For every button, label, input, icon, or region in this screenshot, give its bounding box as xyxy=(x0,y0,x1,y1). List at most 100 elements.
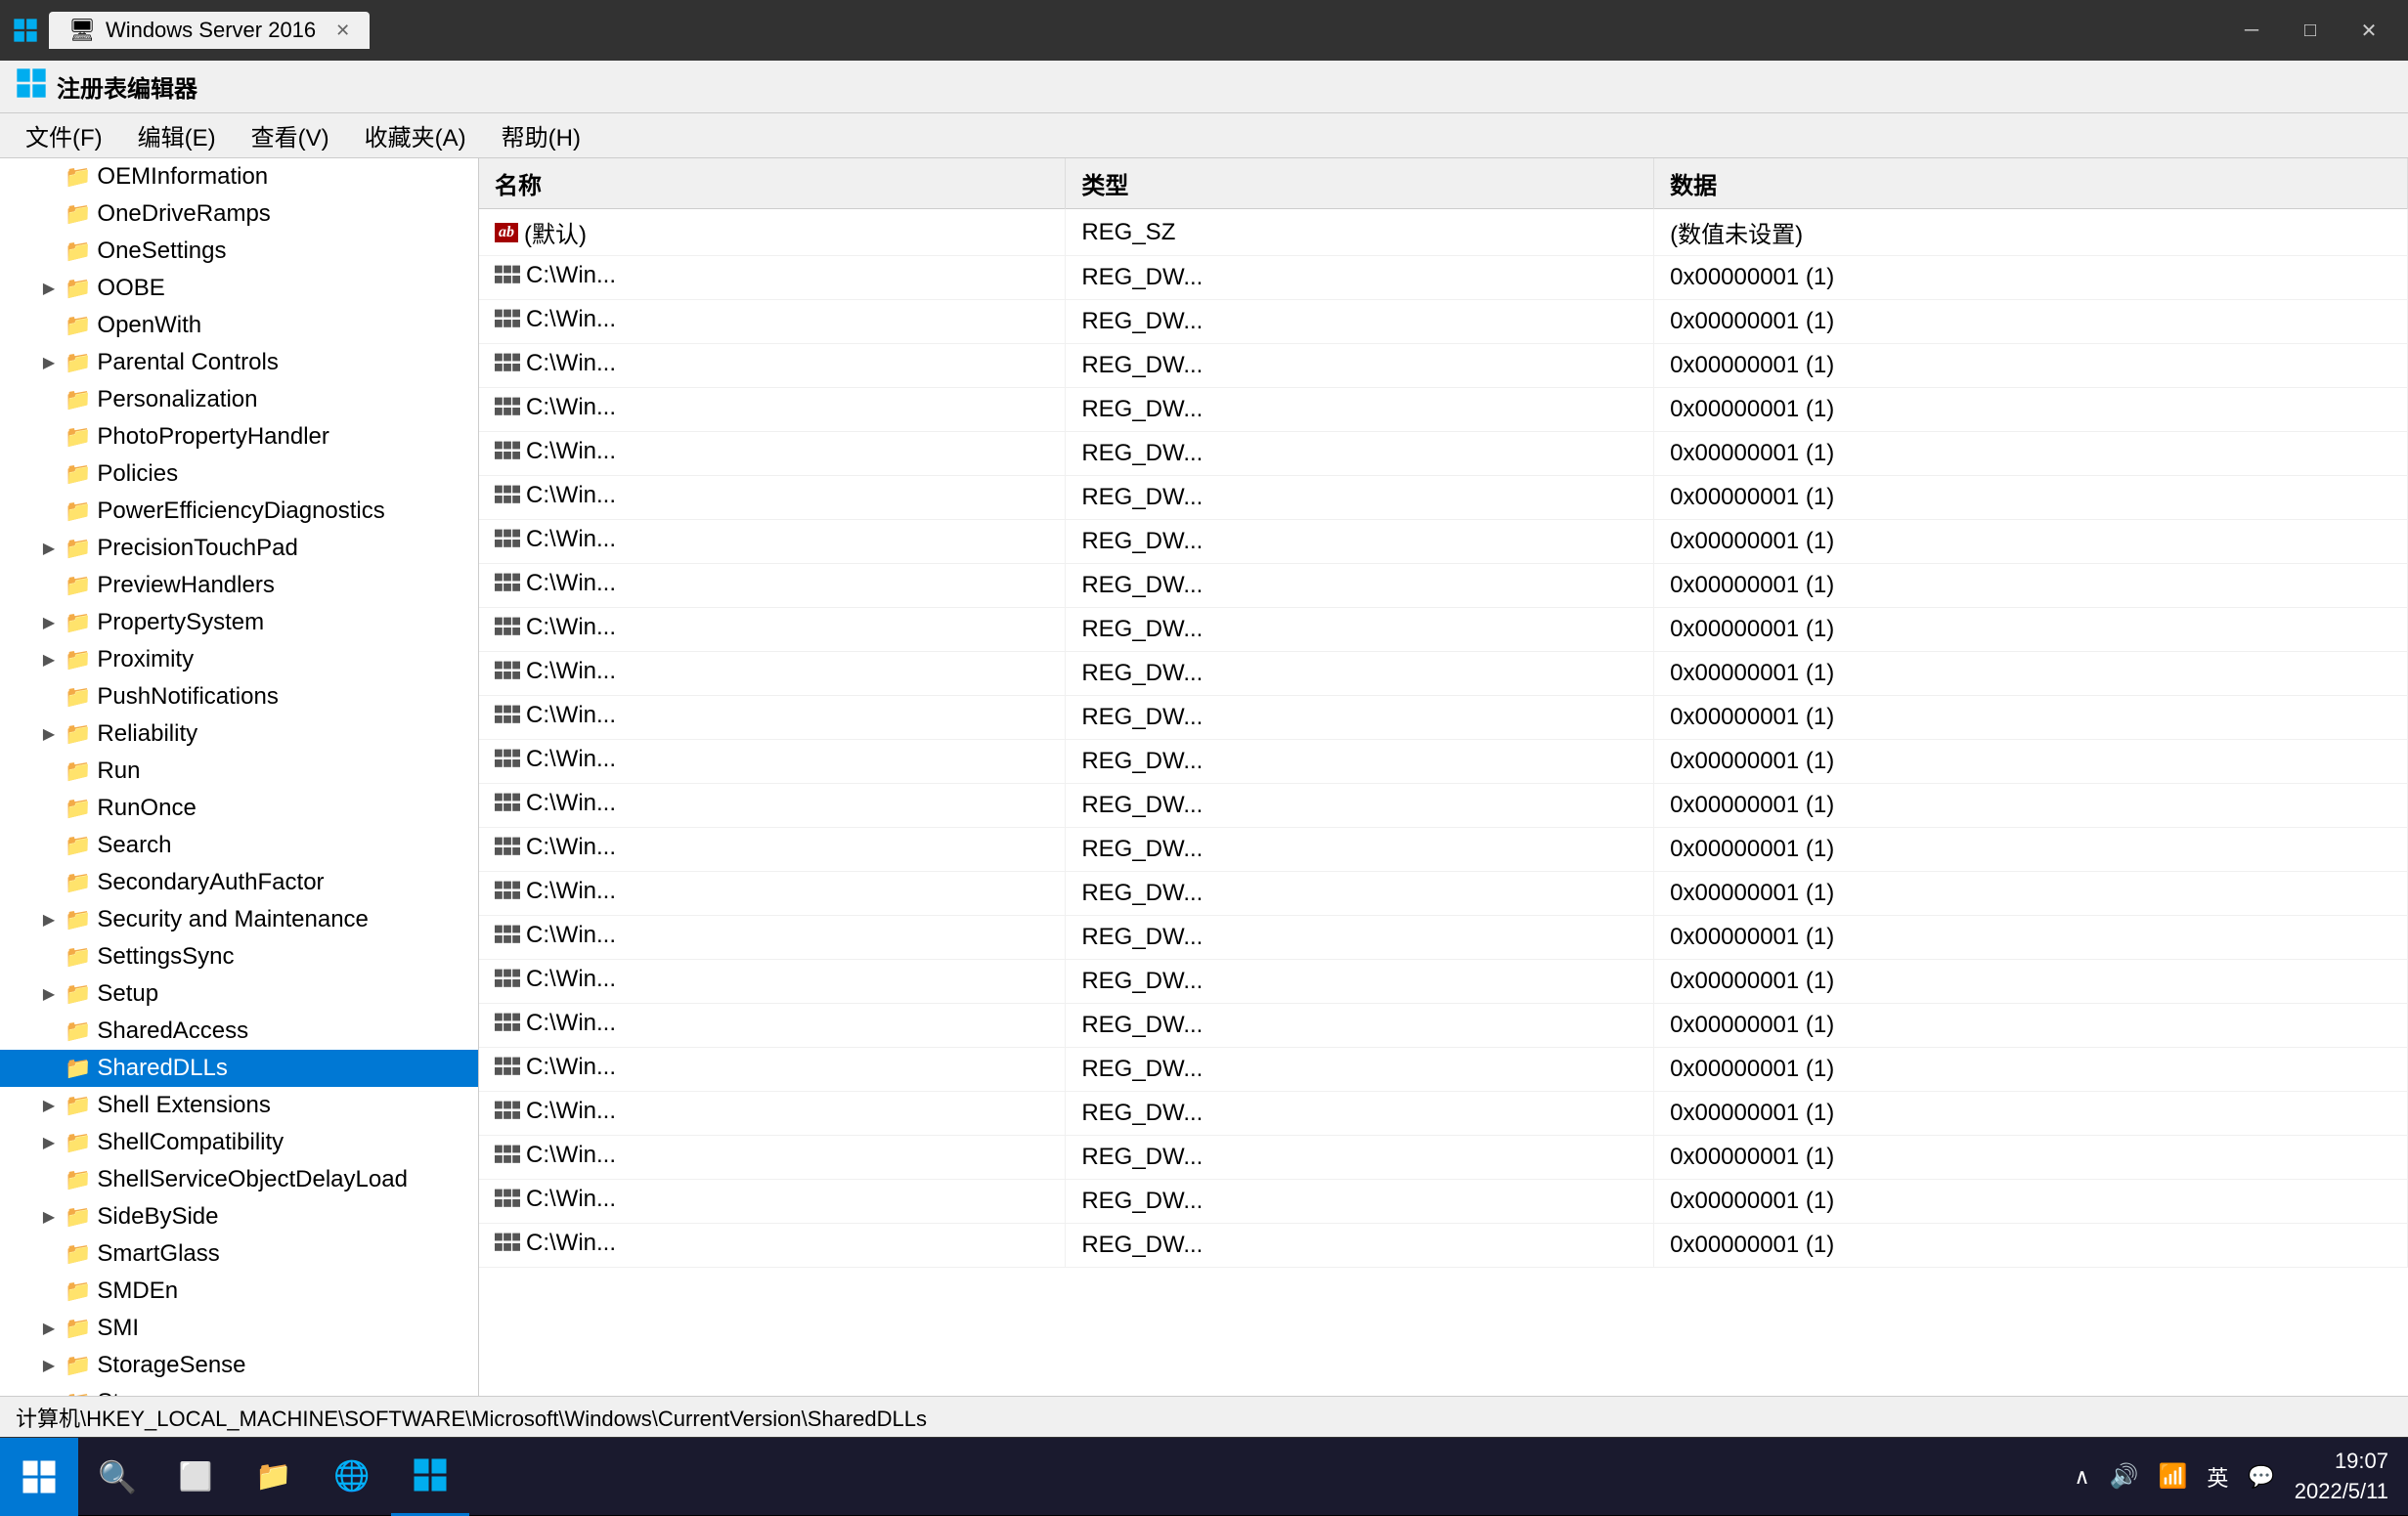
tree-item[interactable]: 📁Policies xyxy=(0,455,478,493)
tree-toggle-icon[interactable] xyxy=(39,836,59,855)
table-row[interactable]: C:\Win...REG_DW...0x00000001 (1) xyxy=(479,432,2408,476)
tree-toggle-icon[interactable] xyxy=(39,1170,59,1190)
tree-toggle-icon[interactable] xyxy=(39,761,59,781)
tree-toggle-icon[interactable] xyxy=(39,799,59,818)
tree-toggle-icon[interactable] xyxy=(39,501,59,521)
menu-help[interactable]: 帮助(H) xyxy=(486,112,596,158)
col-data[interactable]: 数据 xyxy=(1654,158,2408,209)
tree-toggle-icon[interactable] xyxy=(39,316,59,335)
tray-speaker-icon[interactable]: 🔊 xyxy=(2110,1462,2139,1491)
tree-item[interactable]: 📁Run xyxy=(0,753,478,790)
tree-item[interactable]: ▶📁Store xyxy=(0,1384,478,1396)
tree-toggle-icon[interactable]: ▶ xyxy=(39,279,59,298)
tree-item[interactable]: 📁OneDriveRamps xyxy=(0,195,478,233)
table-row[interactable]: C:\Win...REG_DW...0x00000001 (1) xyxy=(479,520,2408,564)
tree-toggle-icon[interactable]: ▶ xyxy=(39,1096,59,1115)
table-row[interactable]: C:\Win...REG_DW...0x00000001 (1) xyxy=(479,784,2408,828)
close-button[interactable]: ✕ xyxy=(2340,0,2398,61)
tree-item[interactable]: 📁SettingsSync xyxy=(0,938,478,975)
tree-item[interactable]: ▶📁Reliability xyxy=(0,715,478,753)
maximize-button[interactable]: □ xyxy=(2281,0,2340,61)
tree-toggle-icon[interactable]: ▶ xyxy=(39,1319,59,1338)
table-row[interactable]: C:\Win...REG_DW...0x00000001 (1) xyxy=(479,564,2408,608)
tree-toggle-icon[interactable] xyxy=(39,204,59,224)
table-row[interactable]: C:\Win...REG_DW...0x00000001 (1) xyxy=(479,476,2408,520)
tree-toggle-icon[interactable] xyxy=(39,687,59,707)
taskbar-ie-button[interactable]: 🌐 xyxy=(313,1438,391,1516)
tree-toggle-icon[interactable]: ▶ xyxy=(39,613,59,632)
tree-item[interactable]: 📁SmartGlass xyxy=(0,1235,478,1273)
tree-item[interactable]: 📁OneSettings xyxy=(0,233,478,270)
menu-favorites[interactable]: 收藏夹(A) xyxy=(349,112,482,158)
table-row[interactable]: C:\Win...REG_DW...0x00000001 (1) xyxy=(479,344,2408,388)
tray-network-icon[interactable]: 📶 xyxy=(2158,1462,2187,1491)
tree-toggle-icon[interactable] xyxy=(39,947,59,967)
tree-toggle-icon[interactable] xyxy=(39,241,59,261)
table-row[interactable]: C:\Win...REG_DW...0x00000001 (1) xyxy=(479,608,2408,652)
table-row[interactable]: C:\Win...REG_DW...0x00000001 (1) xyxy=(479,1092,2408,1136)
tree-item[interactable]: ▶📁PropertySystem xyxy=(0,604,478,641)
tree-item[interactable]: 📁SecondaryAuthFactor xyxy=(0,864,478,901)
table-row[interactable]: C:\Win...REG_DW...0x00000001 (1) xyxy=(479,828,2408,872)
tree-item[interactable]: ▶📁Parental Controls xyxy=(0,344,478,381)
tree-item[interactable]: 📁SharedDLLs xyxy=(0,1050,478,1087)
tree-item[interactable]: ▶📁Shell Extensions xyxy=(0,1087,478,1124)
table-row[interactable]: C:\Win...REG_DW...0x00000001 (1) xyxy=(479,652,2408,696)
tree-toggle-icon[interactable]: ▶ xyxy=(39,353,59,372)
tree-item[interactable]: ▶📁Security and Maintenance xyxy=(0,901,478,938)
tree-toggle-icon[interactable] xyxy=(39,427,59,447)
tree-toggle-icon[interactable]: ▶ xyxy=(39,1207,59,1227)
tree-item[interactable]: 📁Search xyxy=(0,827,478,864)
tree-item[interactable]: 📁Personalization xyxy=(0,381,478,418)
tree-toggle-icon[interactable]: ▶ xyxy=(39,1356,59,1375)
tree-item[interactable]: 📁PushNotifications xyxy=(0,678,478,715)
tree-toggle-icon[interactable] xyxy=(39,1059,59,1078)
taskbar-search-button[interactable]: 🔍 xyxy=(78,1438,156,1516)
table-row[interactable]: C:\Win...REG_DW...0x00000001 (1) xyxy=(479,1180,2408,1224)
table-row[interactable]: C:\Win...REG_DW...0x00000001 (1) xyxy=(479,696,2408,740)
tray-lang-indicator[interactable]: 英 xyxy=(2207,1461,2228,1493)
tree-toggle-icon[interactable]: ▶ xyxy=(39,910,59,930)
tree-item[interactable]: ▶📁PrecisionTouchPad xyxy=(0,530,478,567)
tree-toggle-icon[interactable] xyxy=(39,576,59,595)
tray-notification-icon[interactable]: 💬 xyxy=(2248,1464,2274,1490)
tree-item[interactable]: ▶📁ShellCompatibility xyxy=(0,1124,478,1161)
table-row[interactable]: C:\Win...REG_DW...0x00000001 (1) xyxy=(479,872,2408,916)
taskbar-task-view-button[interactable]: ⬜ xyxy=(156,1438,235,1516)
tab-close-icon[interactable]: ✕ xyxy=(335,21,350,41)
tree-item[interactable]: ▶📁SideBySide xyxy=(0,1198,478,1235)
table-row[interactable]: C:\Win...REG_DW...0x00000001 (1) xyxy=(479,388,2408,432)
menu-edit[interactable]: 编辑(E) xyxy=(122,112,232,158)
start-button[interactable] xyxy=(0,1438,78,1516)
table-row[interactable]: ab(默认)REG_SZ(数值未设置) xyxy=(479,209,2408,256)
tree-toggle-icon[interactable] xyxy=(39,167,59,187)
table-row[interactable]: C:\Win...REG_DW...0x00000001 (1) xyxy=(479,1004,2408,1048)
tree-item[interactable]: 📁OEMInformation xyxy=(0,158,478,195)
col-name[interactable]: 名称 xyxy=(479,158,1066,209)
tree-toggle-icon[interactable] xyxy=(39,873,59,892)
menu-file[interactable]: 文件(F) xyxy=(10,112,118,158)
tree-toggle-icon[interactable]: ▶ xyxy=(39,650,59,670)
tree-toggle-icon[interactable]: ▶ xyxy=(39,1393,59,1396)
table-row[interactable]: C:\Win...REG_DW...0x00000001 (1) xyxy=(479,916,2408,960)
tree-item[interactable]: 📁SMDEn xyxy=(0,1273,478,1310)
tree-toggle-icon[interactable]: ▶ xyxy=(39,724,59,744)
tree-item[interactable]: ▶📁StorageSense xyxy=(0,1347,478,1384)
table-row[interactable]: C:\Win...REG_DW...0x00000001 (1) xyxy=(479,1048,2408,1092)
tray-up-arrow[interactable]: ∧ xyxy=(2074,1464,2089,1490)
tree-toggle-icon[interactable]: ▶ xyxy=(39,539,59,558)
tree-item[interactable]: 📁ShellServiceObjectDelayLoad xyxy=(0,1161,478,1198)
table-row[interactable]: C:\Win...REG_DW...0x00000001 (1) xyxy=(479,300,2408,344)
tree-pane[interactable]: 📁OEMInformation📁OneDriveRamps📁OneSetting… xyxy=(0,158,479,1396)
table-row[interactable]: C:\Win...REG_DW...0x00000001 (1) xyxy=(479,1224,2408,1268)
tree-item[interactable]: 📁PhotoPropertyHandler xyxy=(0,418,478,455)
tree-toggle-icon[interactable] xyxy=(39,1021,59,1041)
tree-item[interactable]: ▶📁SMI xyxy=(0,1310,478,1347)
tree-toggle-icon[interactable] xyxy=(39,1244,59,1264)
tree-item[interactable]: 📁PreviewHandlers xyxy=(0,567,478,604)
tree-toggle-icon[interactable]: ▶ xyxy=(39,984,59,1004)
tree-toggle-icon[interactable] xyxy=(39,390,59,410)
tree-item[interactable]: 📁OpenWith xyxy=(0,307,478,344)
table-row[interactable]: C:\Win...REG_DW...0x00000001 (1) xyxy=(479,1136,2408,1180)
tree-toggle-icon[interactable] xyxy=(39,464,59,484)
